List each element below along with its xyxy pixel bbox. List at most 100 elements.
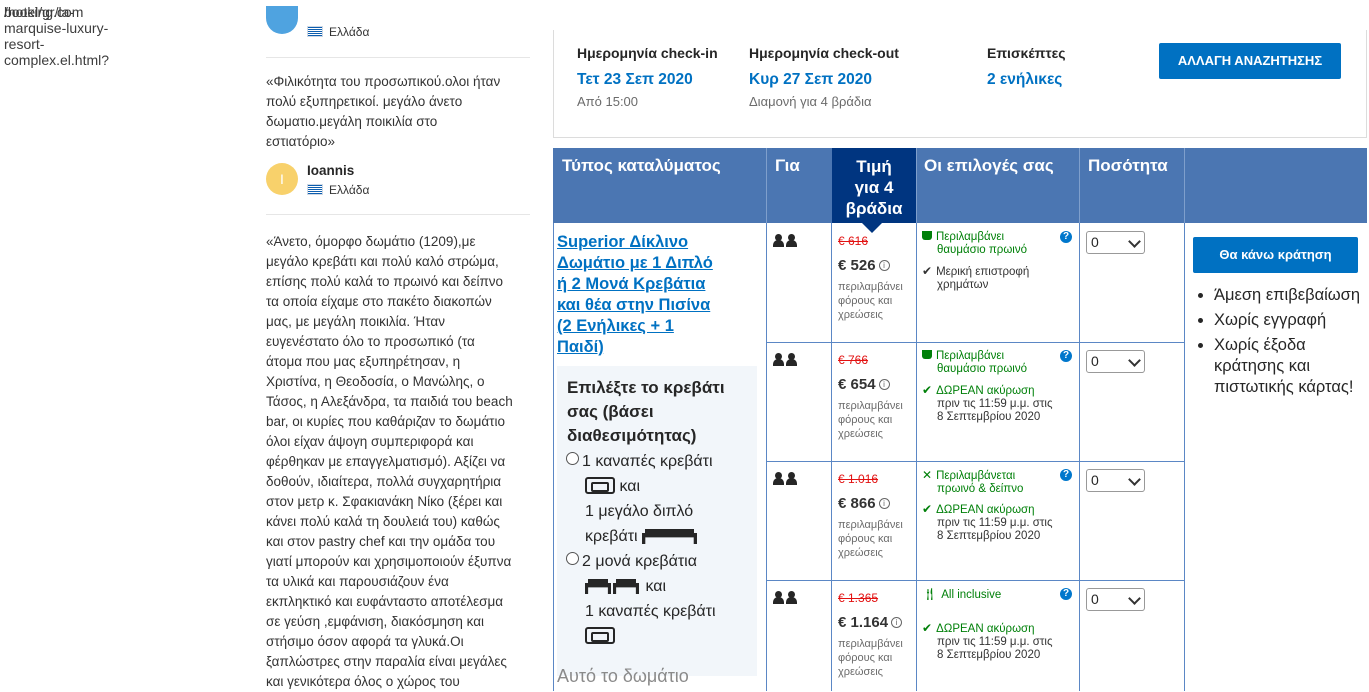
review-line: στον μετρ κ. Σφακιανάκη Νίκο (ξέρει και (266, 494, 503, 509)
original-price: € 766 (838, 353, 869, 367)
sofa-bed-icon (585, 627, 615, 644)
chevron-down-icon (1128, 473, 1141, 486)
tax-note: περιλαμβάνει φόρους και χρεώσεις (838, 400, 903, 440)
col-room-type: Τύπος καταλύματος (562, 156, 721, 175)
cutlery-icon: ✕ (922, 468, 933, 482)
booking-benefits: Άμεση επιβεβαίωση Χωρίς εγγραφή Χωρίς έξ… (1196, 285, 1369, 402)
review-line: μεγάλο κρεβάτι και πολύ καλό στρώμα, (266, 254, 499, 269)
current-price: € 1.164 i (838, 614, 903, 631)
checkin-time: Από 15:00 (577, 94, 639, 109)
review-line: δοθούν, ιδιαίτερα, πολλά συγχαρητήρια (266, 474, 502, 489)
divider (266, 57, 530, 58)
col-for: Για (775, 156, 800, 175)
check-icon: ✔ (922, 264, 933, 278)
bed-option-1[interactable]: 1 καναπές κρεβάτι και 1 μεγάλο διπλό κρε… (566, 449, 756, 549)
review-line: άτομα που μας εξυπηρέτησαν, η (266, 354, 461, 369)
guests-value[interactable]: 2 ενήλικες (987, 71, 1062, 89)
current-price: € 526 i (838, 257, 890, 274)
current-price: € 866 i (838, 495, 890, 512)
cancellation-policy: ✔ Μερική επιστροφή χρημάτων (922, 264, 1030, 292)
checkin-date[interactable]: Τετ 23 Σεπ 2020 (577, 71, 693, 89)
book-button[interactable]: Θα κάνω κράτηση (1193, 237, 1358, 273)
tax-note: περιλαμβάνει φόρους και χρεώσεις (838, 638, 903, 678)
two-adults-icon (773, 591, 799, 604)
col-options: Οι επιλογές σας (924, 156, 1054, 175)
reviewer-name: Ioannis (307, 163, 355, 178)
room-quantity-select[interactable]: 0 (1086, 469, 1145, 492)
col-price[interactable]: Τιμή για 4 βράδια (832, 148, 916, 223)
bed-option-2[interactable]: 2 μονά κρεβάτια και 1 καναπές κρεβάτι (566, 549, 756, 649)
check-icon: ✔ (922, 621, 933, 635)
check-icon: ✔ (922, 502, 933, 516)
greece-flag-icon (307, 26, 323, 37)
original-price: € 1.016 (838, 472, 879, 486)
divider (266, 214, 530, 215)
bed-option-1-radio[interactable] (566, 452, 579, 465)
info-icon[interactable]: i (878, 498, 890, 509)
two-adults-icon (773, 472, 799, 485)
review-text: «Φιλικότητα του προσωπικού.ολοι ήταν πολ… (266, 74, 501, 149)
avatar: I (266, 163, 298, 195)
help-icon[interactable]: ? (1060, 469, 1072, 481)
two-adults-icon (773, 353, 799, 366)
review-line: Χριστίνα, η Θεοδοσία, ο Μανώλης, ο (266, 374, 485, 389)
meal-plan: Περιλαμβάνει θαυμάσιο πρωινό (922, 231, 1052, 257)
review-line: και στον pastry chef και την ομάδα του (266, 534, 496, 549)
review-line: όλοι είχαν άψογη συμπεριφορά και (266, 434, 474, 449)
review-line: τα υλικά και παρουσιάζουν ένα (266, 574, 449, 589)
review-line: «Άνετο, όμορφο δωμάτιο (1209),με (266, 234, 476, 249)
checkout-label: Ημερομηνία check-out (749, 45, 899, 61)
info-icon[interactable]: i (878, 260, 890, 271)
url-path: /hotel/gr/la-marquise-luxury-resort-comp… (4, 4, 110, 68)
rooms-table-header: Τύπος καταλύματος Για Τιμή για 4 βράδια … (553, 148, 1367, 223)
change-search-button[interactable]: ΑΛΛΑΓΗ ΑΝΑΖΗΤΗΣΗΣ (1159, 43, 1341, 79)
meal-plan: Περιλαμβάνει θαυμάσιο πρωινό (922, 350, 1052, 376)
help-icon[interactable]: ? (1060, 588, 1072, 600)
bed-option-2-radio[interactable] (566, 552, 579, 565)
tax-note: περιλαμβάνει φόρους και χρεώσεις (838, 519, 903, 559)
two-adults-icon (773, 234, 799, 247)
coffee-icon (922, 350, 932, 359)
chevron-down-icon (1128, 592, 1141, 605)
review-line: επίσης πολύ καλά το πρωινό και δείπνο (266, 274, 504, 289)
review-line: εκπληκτικό και ευφάνταστο αποτέλεσμα (266, 594, 504, 609)
benefit-item: Χωρίς έξοδα κράτησης και πιστωτικής κάρτ… (1214, 335, 1369, 398)
stay-length: Διαμονή για 4 βράδια (749, 94, 872, 109)
chevron-down-icon (1128, 354, 1141, 367)
help-icon[interactable]: ? (1060, 350, 1072, 362)
original-price: € 616 (838, 234, 869, 248)
col-quantity: Ποσότητα (1088, 156, 1168, 175)
info-icon[interactable]: i (891, 617, 903, 628)
bed-choice-title: Επιλέξτε το κρεβάτι σας (βάσει διαθεσιμό… (567, 378, 725, 445)
original-price: € 1.365 (838, 591, 879, 605)
double-bed-icon (642, 527, 697, 544)
review-line: ξαπλώστρες στην παραλία είναι μεγάλες (266, 654, 507, 669)
coffee-icon (922, 231, 932, 240)
chevron-down-icon (1128, 235, 1141, 248)
room-quantity-select[interactable]: 0 (1086, 588, 1145, 611)
tax-note: περιλαμβάνει φόρους και χρεώσεις (838, 281, 903, 321)
avatar (266, 6, 298, 34)
review-line: στήσιμο όσον αφορά τα γλυκά.Οι (266, 634, 464, 649)
address-bar[interactable]: booking.com/hotel/gr/la-marquise-luxury-… (0, 0, 1369, 68)
benefit-item: Άμεση επιβεβαίωση (1214, 285, 1369, 306)
room-quantity-select[interactable]: 0 (1086, 350, 1145, 373)
reviewer-country: Ελλάδα (307, 25, 369, 39)
cancellation-policy: ✔ ΔΩΡΕΑΝ ακύρωση πριν τις 11:59 μ.μ. στις 8… (922, 621, 1053, 662)
info-icon[interactable]: i (878, 379, 890, 390)
bed-choice-panel: Επιλέξτε το κρεβάτι σας (βάσει διαθεσιμό… (557, 366, 757, 676)
check-icon: ✔ (922, 383, 933, 397)
restaurant-icon: 🍴︎ (922, 587, 938, 601)
review-line: bar, οι κυρίες που καθάριζαν το δωμάτιο (266, 414, 505, 429)
current-price: € 654 i (838, 376, 890, 393)
review-text: «Άνετο, όμορφο δωμάτιο (1209),με μεγάλο κ… (266, 232, 536, 692)
review-line: γιατί μπορούν και χρησιμοποιούν έξυπνα (266, 554, 512, 569)
checkout-date[interactable]: Κυρ 27 Σεπ 2020 (749, 71, 872, 89)
cancellation-policy: ✔ ΔΩΡΕΑΝ ακύρωση πριν τις 11:59 μ.μ. στις 8… (922, 383, 1053, 424)
room-quantity-select[interactable]: 0 (1086, 231, 1145, 254)
review-line: ευγενέστατο όλο το προσωπικό (τα (266, 334, 475, 349)
review-line: φέρθηκαν με επαγγελματισμό). Αξίζει να (266, 454, 506, 469)
help-icon[interactable]: ? (1060, 231, 1072, 243)
room-name-link[interactable]: Superior Δίκλινο Δωμάτιο με 1 Διπλό ή 2 … (557, 232, 757, 358)
sofa-bed-icon (585, 477, 615, 494)
